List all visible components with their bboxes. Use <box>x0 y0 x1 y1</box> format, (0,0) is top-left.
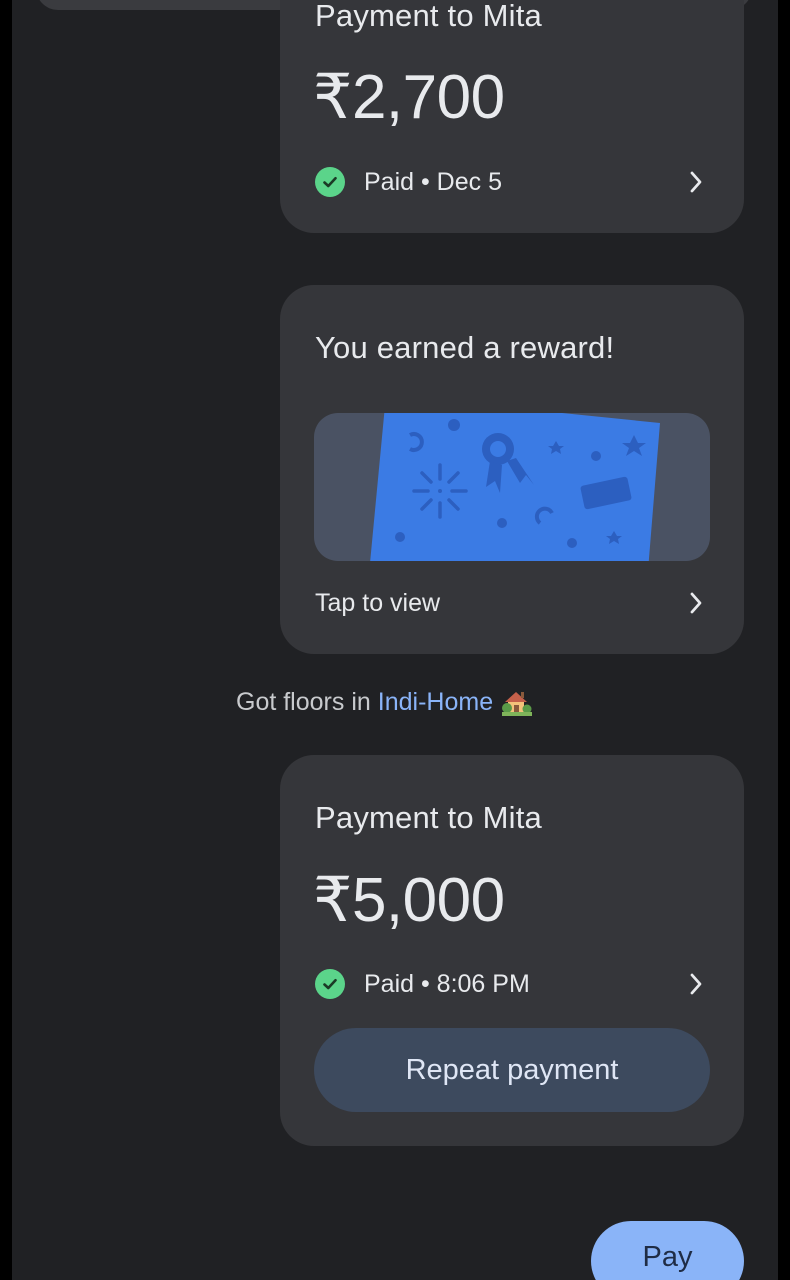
chevron-right-icon[interactable] <box>684 970 708 998</box>
reward-title: You earned a reward! <box>315 330 615 365</box>
payment-card-2[interactable]: Payment to Mita ₹5,000 Paid • 8:06 PM Re… <box>280 755 744 1146</box>
chat-screen: Payment to Mita ₹2,700 Paid • Dec 5 You … <box>12 0 778 1280</box>
payment-amount: ₹2,700 <box>313 63 505 132</box>
payment-title: Payment to Mita <box>315 0 542 33</box>
note-text: Got floors in <box>236 687 371 716</box>
note-highlight: Indi-Home <box>377 687 494 716</box>
chevron-right-icon[interactable] <box>684 589 708 617</box>
house-with-garden-icon <box>502 688 533 716</box>
repeat-payment-button[interactable]: Repeat payment <box>314 1028 710 1112</box>
status-text: Paid • 8:06 PM <box>364 969 530 998</box>
status-text: Paid • Dec 5 <box>364 167 502 196</box>
payment-status: Paid • 8:06 PM <box>315 968 530 1000</box>
payment-status: Paid • Dec 5 <box>315 166 502 198</box>
reward-card[interactable]: You earned a reward! Tap to view <box>280 285 744 654</box>
chevron-right-icon[interactable] <box>684 168 708 196</box>
reward-scratch-card-icon[interactable] <box>314 413 710 561</box>
payment-title: Payment to Mita <box>315 800 542 835</box>
check-icon <box>315 969 345 999</box>
payment-card-1[interactable]: Payment to Mita ₹2,700 Paid • Dec 5 <box>280 0 744 233</box>
check-icon <box>315 167 345 197</box>
payment-amount: ₹5,000 <box>313 866 505 935</box>
reward-action-label: Tap to view <box>315 589 441 617</box>
chat-note: Got floors in Indi-Home <box>236 684 533 720</box>
pay-button[interactable]: Pay <box>591 1221 744 1280</box>
